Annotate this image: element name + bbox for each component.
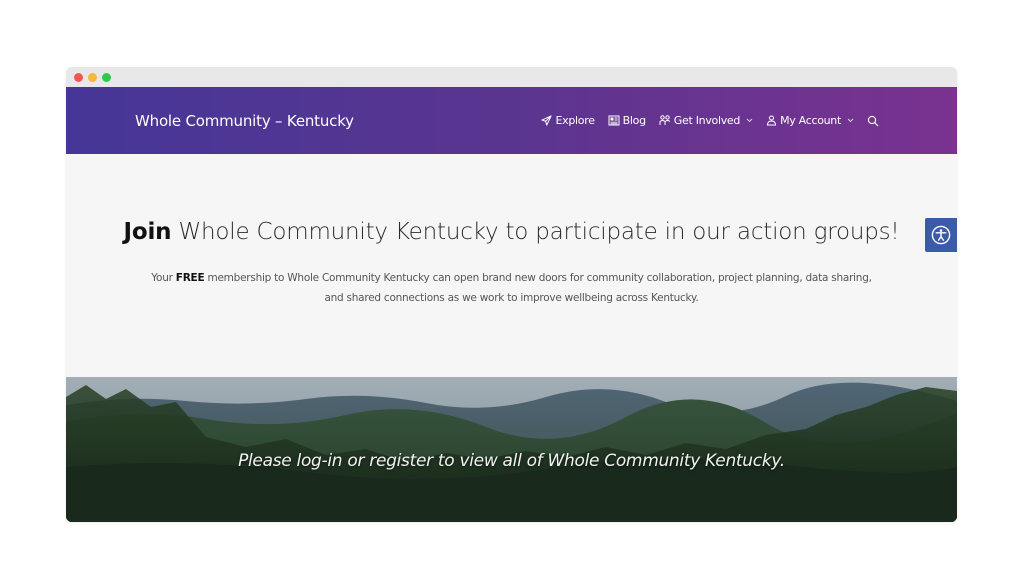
join-heading-rest: Whole Community Kentucky to participate … <box>171 219 900 245</box>
mountain-forest-image <box>66 377 957 522</box>
chevron-down-icon <box>746 118 753 123</box>
paper-plane-icon <box>541 115 553 126</box>
browser-titlebar <box>66 67 957 87</box>
site-header: Whole Community – Kentucky Explore Blog … <box>66 87 957 154</box>
people-icon <box>659 115 671 125</box>
membership-text-free: FREE <box>175 272 205 284</box>
nav-explore-label: Explore <box>555 114 595 127</box>
browser-window: Whole Community – Kentucky Explore Blog … <box>66 67 957 522</box>
accessibility-button[interactable] <box>925 218 957 252</box>
join-heading-bold: Join <box>123 219 172 245</box>
nav-explore[interactable]: Explore <box>541 114 595 127</box>
membership-text-pre: Your <box>151 272 176 284</box>
search-button[interactable] <box>867 115 879 127</box>
nav-get-involved-label: Get Involved <box>673 114 741 127</box>
user-icon <box>767 115 777 126</box>
nav-blog[interactable]: Blog <box>608 114 646 127</box>
join-heading: Join Whole Community Kentucky to partici… <box>124 219 900 245</box>
accessibility-icon <box>931 225 951 245</box>
nav-my-account[interactable]: My Account <box>766 114 854 127</box>
main-nav: Explore Blog Get Involved My Account <box>541 114 879 127</box>
nav-get-involved[interactable]: Get Involved <box>659 114 753 127</box>
join-section: Join Whole Community Kentucky to partici… <box>66 154 957 377</box>
close-window-button[interactable] <box>74 72 83 82</box>
nav-blog-label: Blog <box>622 114 646 127</box>
chevron-down-icon <box>847 118 854 123</box>
nav-my-account-label: My Account <box>780 114 841 127</box>
login-banner: Please log-in or register to view all of… <box>66 377 957 522</box>
search-icon <box>867 115 879 126</box>
minimize-window-button[interactable] <box>88 72 97 82</box>
newspaper-icon <box>608 115 620 126</box>
login-register-message: Please log-in or register to view all of… <box>238 451 785 471</box>
site-title-link[interactable]: Whole Community – Kentucky <box>135 112 354 130</box>
membership-text-post: membership to Whole Community Kentucky c… <box>204 272 872 304</box>
membership-description: Your FREE membership to Whole Community … <box>142 268 882 308</box>
maximize-window-button[interactable] <box>102 72 111 82</box>
